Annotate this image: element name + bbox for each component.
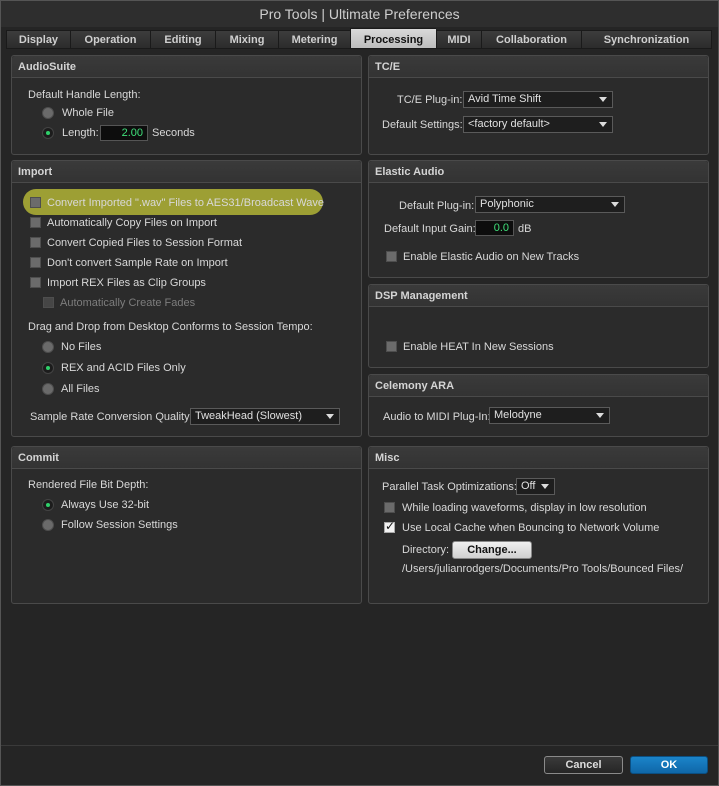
dsp-panel: DSP Management — [368, 284, 709, 368]
audio-to-midi-value: Melodyne — [494, 409, 542, 421]
elastic-plugin-label: Default Plug-in: — [399, 200, 475, 212]
default-settings-label: Default Settings: — [382, 119, 463, 131]
enable-elastic-label: Enable Elastic Audio on New Tracks — [403, 251, 580, 263]
window-title: Pro Tools | Ultimate Preferences — [1, 1, 718, 27]
change-directory-button[interactable]: Change... — [452, 541, 532, 559]
handle-length-field[interactable]: 2.00 — [100, 125, 148, 141]
audiosuite-panel: AudioSuite — [11, 55, 362, 155]
low-res-checkbox[interactable] — [384, 502, 395, 513]
convert-wav-label: Convert Imported ".wav" Files to AES31/B… — [47, 197, 325, 209]
celemony-header: Celemony ARA — [369, 375, 708, 397]
default-handle-length-label: Default Handle Length: — [28, 89, 141, 101]
input-gain-field[interactable]: 0.0 — [475, 220, 514, 236]
convert-copied-label: Convert Copied Files to Session Format — [47, 237, 243, 249]
length-label: Length: — [62, 127, 99, 139]
seconds-label: Seconds — [152, 127, 195, 139]
no-files-radio[interactable] — [42, 341, 54, 353]
dont-convert-sr-checkbox[interactable] — [30, 257, 41, 268]
bit-depth-label: Rendered File Bit Depth: — [28, 479, 149, 491]
elastic-audio-header: Elastic Audio — [369, 161, 708, 183]
tab-mixing[interactable]: Mixing — [215, 30, 278, 49]
length-radio[interactable] — [42, 127, 54, 139]
ok-button[interactable]: OK — [630, 756, 708, 774]
input-gain-label: Default Input Gain: — [384, 223, 476, 235]
enable-elastic-checkbox[interactable] — [386, 251, 397, 262]
chevron-down-icon — [611, 202, 619, 207]
enable-heat-label: Enable HEAT In New Sessions — [403, 341, 554, 353]
commit-header: Commit — [12, 447, 361, 469]
chevron-down-icon — [541, 484, 549, 489]
local-cache-checkbox[interactable]: ✓ — [384, 519, 396, 533]
celemony-panel: Celemony ARA — [368, 374, 709, 437]
footer-divider — [1, 745, 718, 746]
tab-operation[interactable]: Operation — [70, 30, 150, 49]
tce-plugin-dropdown[interactable]: Avid Time Shift — [463, 91, 613, 108]
tab-synchronization[interactable]: Synchronization — [581, 30, 712, 49]
rex-acid-radio[interactable] — [42, 362, 54, 374]
tab-processing[interactable]: Processing — [350, 28, 436, 49]
follow-session-label: Follow Session Settings — [61, 519, 178, 531]
tab-collaboration[interactable]: Collaboration — [481, 30, 581, 49]
tce-header: TC/E — [369, 56, 708, 78]
drag-drop-label: Drag and Drop from Desktop Conforms to S… — [28, 321, 313, 333]
import-rex-checkbox[interactable] — [30, 277, 41, 288]
chevron-down-icon — [599, 122, 607, 127]
audiosuite-header: AudioSuite — [12, 56, 361, 78]
all-files-label: All Files — [61, 383, 100, 395]
misc-header: Misc — [369, 447, 708, 469]
preferences-window: Pro Tools | Ultimate Preferences Display… — [0, 0, 719, 786]
convert-copied-checkbox[interactable] — [30, 237, 41, 248]
all-files-radio[interactable] — [42, 383, 54, 395]
whole-file-label: Whole File — [62, 107, 114, 119]
default-settings-dropdown[interactable]: <factory default> — [463, 116, 613, 133]
parallel-task-label: Parallel Task Optimizations: — [382, 481, 517, 493]
auto-fades-label: Automatically Create Fades — [60, 297, 196, 309]
tab-display[interactable]: Display — [6, 30, 70, 49]
elastic-plugin-dropdown[interactable]: Polyphonic — [475, 196, 625, 213]
default-settings-value: <factory default> — [468, 118, 550, 130]
import-header: Import — [12, 161, 361, 183]
import-rex-label: Import REX Files as Clip Groups — [47, 277, 206, 289]
tce-plugin-label: TC/E Plug-in: — [397, 94, 463, 106]
auto-fades-checkbox — [43, 297, 54, 308]
always-32bit-radio[interactable] — [42, 499, 54, 511]
parallel-task-dropdown[interactable]: Off — [516, 478, 555, 495]
convert-wav-checkbox[interactable] — [30, 197, 41, 208]
db-unit-label: dB — [518, 223, 532, 235]
tce-plugin-value: Avid Time Shift — [468, 93, 542, 105]
low-res-label: While loading waveforms, display in low … — [402, 502, 647, 514]
audio-to-midi-dropdown[interactable]: Melodyne — [489, 407, 610, 424]
dsp-header: DSP Management — [369, 285, 708, 307]
directory-label: Directory: — [402, 544, 450, 556]
tab-midi[interactable]: MIDI — [436, 30, 481, 49]
dont-convert-sr-label: Don't convert Sample Rate on Import — [47, 257, 228, 269]
rex-acid-label: REX and ACID Files Only — [61, 362, 186, 374]
src-quality-value: TweakHead (Slowest) — [195, 410, 302, 422]
always-32bit-label: Always Use 32-bit — [61, 499, 150, 511]
tab-editing[interactable]: Editing — [150, 30, 215, 49]
chevron-down-icon — [326, 414, 334, 419]
chevron-down-icon — [596, 413, 604, 418]
bounce-path-text: /Users/julianrodgers/Documents/Pro Tools… — [402, 563, 684, 575]
auto-copy-label: Automatically Copy Files on Import — [47, 217, 217, 229]
checkmark-icon: ✓ — [385, 519, 396, 533]
elastic-plugin-value: Polyphonic — [480, 198, 534, 210]
auto-copy-checkbox[interactable] — [30, 217, 41, 228]
no-files-label: No Files — [61, 341, 102, 353]
tab-bar: Display Operation Editing Mixing Meterin… — [6, 28, 712, 49]
cancel-button[interactable]: Cancel — [544, 756, 623, 774]
src-quality-dropdown[interactable]: TweakHead (Slowest) — [190, 408, 340, 425]
src-quality-label: Sample Rate Conversion Quality: — [30, 411, 193, 423]
tab-metering[interactable]: Metering — [278, 30, 350, 49]
chevron-down-icon — [599, 97, 607, 102]
parallel-task-value: Off — [521, 480, 536, 492]
enable-heat-checkbox[interactable] — [386, 341, 397, 352]
follow-session-radio[interactable] — [42, 519, 54, 531]
whole-file-radio[interactable] — [42, 107, 54, 119]
local-cache-label: Use Local Cache when Bouncing to Network… — [402, 522, 660, 534]
audio-to-midi-label: Audio to MIDI Plug-In: — [383, 411, 491, 423]
